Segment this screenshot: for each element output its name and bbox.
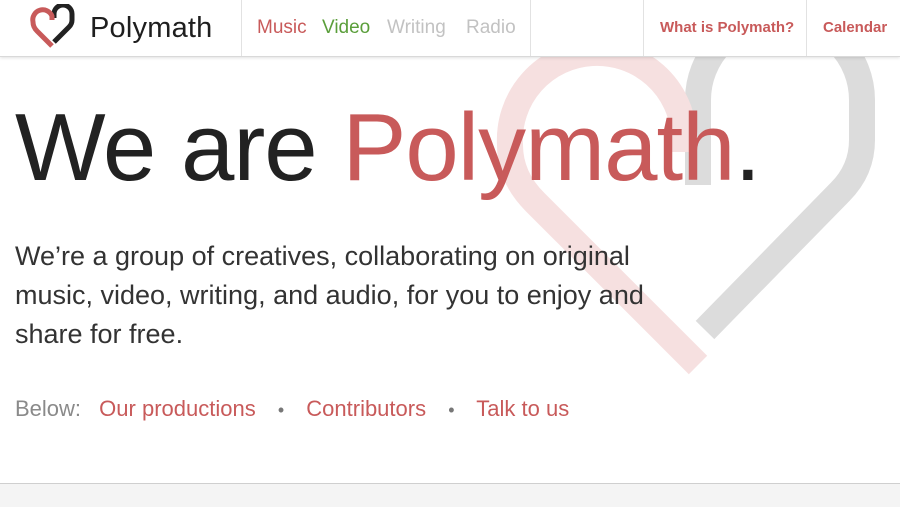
media-nav: Music Video Writing Radio xyxy=(242,0,531,56)
nav-calendar: Calendar xyxy=(806,0,900,56)
what-is-polymath-link[interactable]: What is Polymath? xyxy=(660,19,794,36)
contributors-link[interactable]: Contributors xyxy=(306,396,426,421)
nav-radio-link[interactable]: Radio xyxy=(466,17,516,39)
hero-description: We’re a group of creatives, collaboratin… xyxy=(15,241,644,349)
our-productions-link[interactable]: Our productions xyxy=(99,396,256,421)
nav-writing-link[interactable]: Writing xyxy=(387,17,446,39)
nav-video-link[interactable]: Video xyxy=(322,17,370,39)
separator-dot: • xyxy=(448,400,455,420)
site-header: Polymath Music Video Writing Radio What … xyxy=(0,0,900,57)
nav-music-link[interactable]: Music xyxy=(257,17,307,39)
separator-dot: • xyxy=(277,400,285,420)
calendar-link[interactable]: Calendar xyxy=(823,19,887,36)
heart-logo-icon xyxy=(30,4,75,48)
hero: We are Polymath. xyxy=(15,100,761,196)
below-links: Below: Our productions • Contributors • … xyxy=(15,396,569,422)
below-label: Below: xyxy=(15,396,82,421)
brand-name: Polymath xyxy=(90,12,213,44)
page-title: We are Polymath. xyxy=(15,100,761,196)
title-prefix: We are xyxy=(15,94,343,201)
brand[interactable]: Polymath xyxy=(0,0,242,56)
title-suffix: . xyxy=(734,94,762,201)
nav-what-is-polymath: What is Polymath? xyxy=(643,0,806,56)
talk-to-us-link[interactable]: Talk to us xyxy=(476,396,569,421)
section-divider xyxy=(0,483,900,507)
title-accent: Polymath xyxy=(342,94,735,201)
